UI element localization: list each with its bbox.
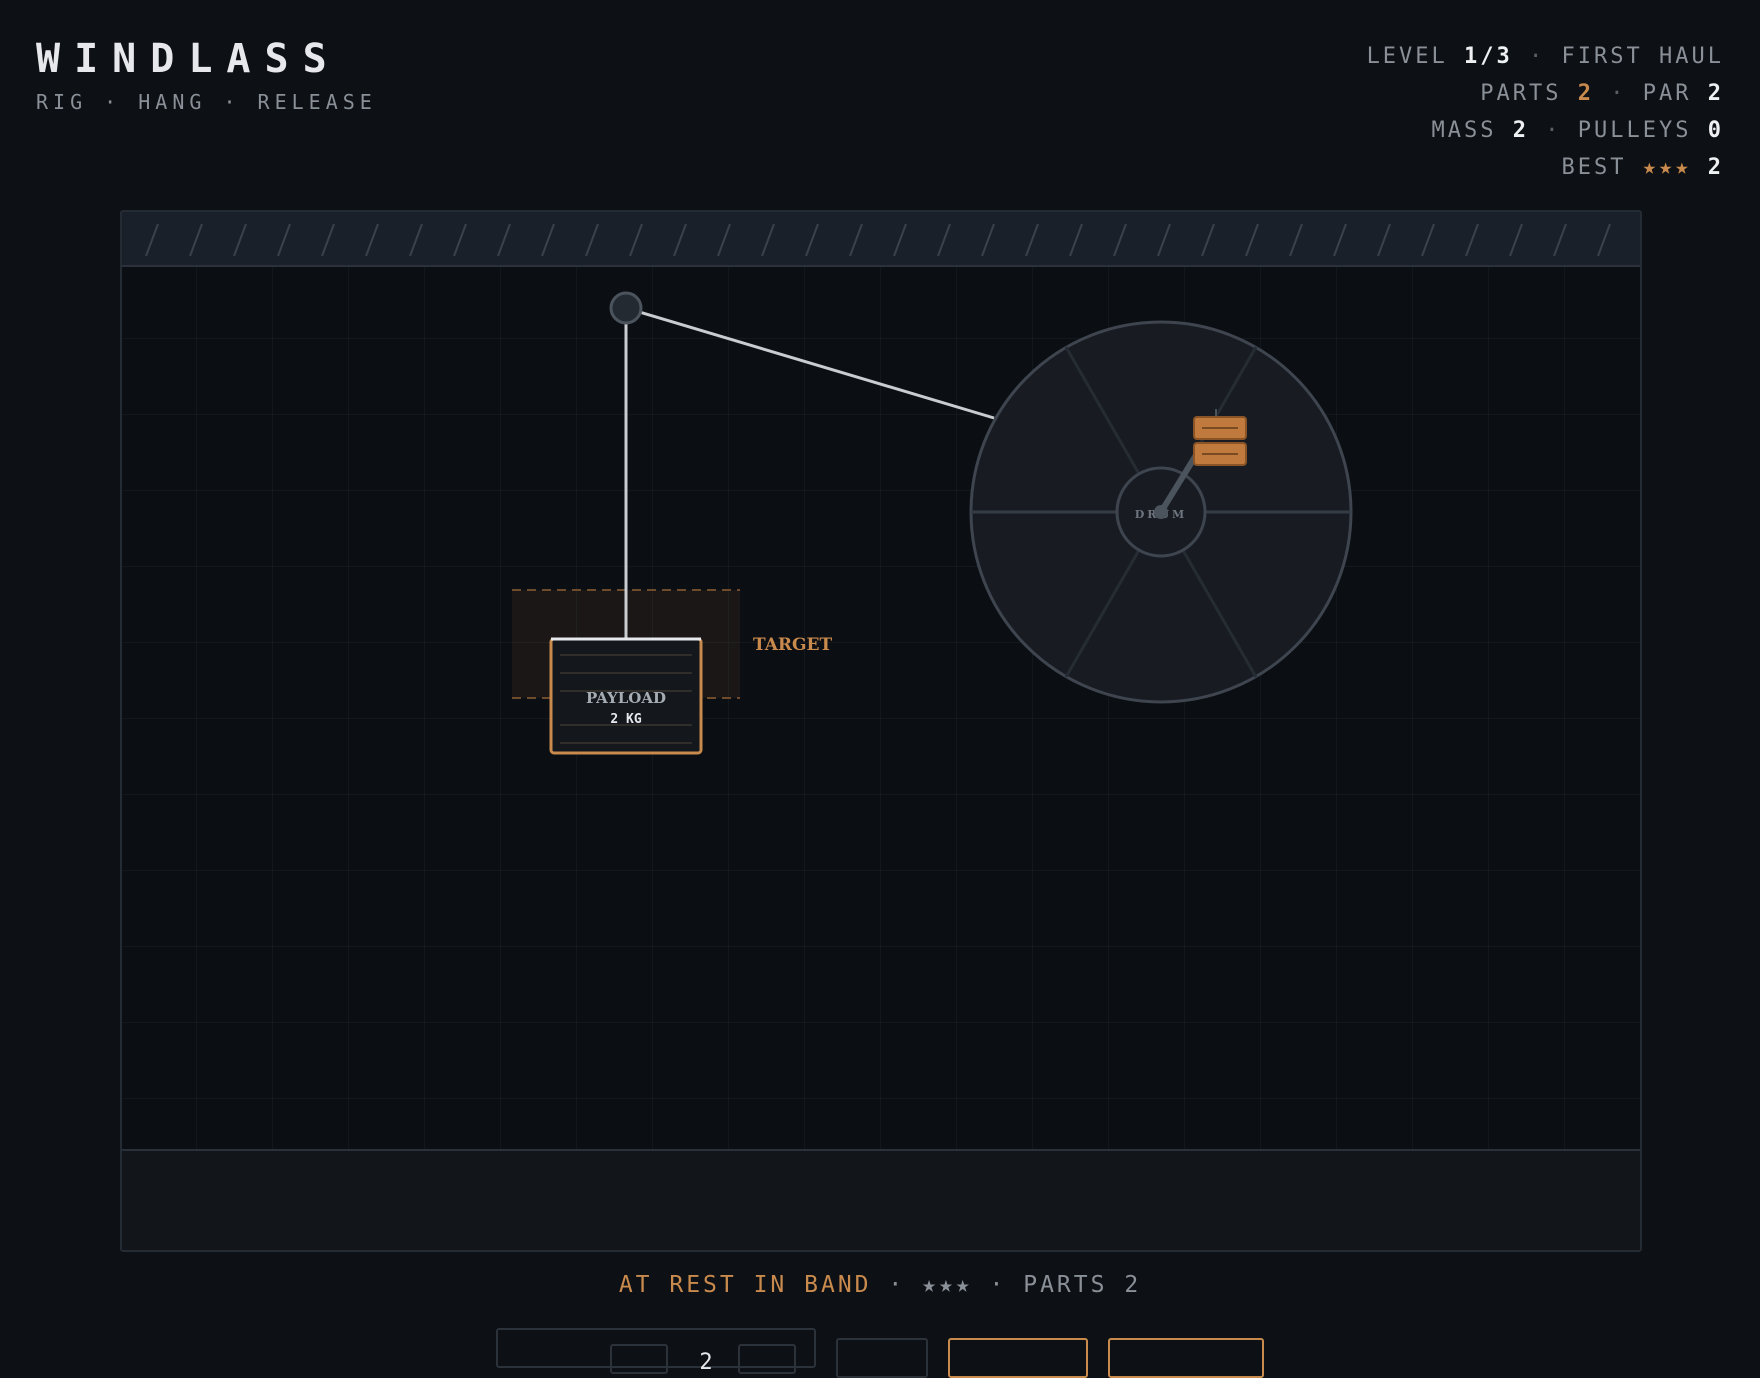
board-canvas: TARGET DRUM [122, 212, 1640, 1250]
ceiling-hatch [122, 212, 1640, 266]
payload-crate[interactable]: PAYLOAD 2 KG [549, 637, 703, 755]
best-value: 2 [1707, 155, 1724, 180]
mass-line: MASS 2 · PULLEYS 0 [1367, 112, 1724, 149]
separator: · [1610, 81, 1627, 106]
decrement-button[interactable] [610, 1344, 668, 1374]
stats-panel: LEVEL 1/3 · FIRST HAUL PARTS 2 · PAR 2 M… [1367, 38, 1724, 186]
separator: · [989, 1272, 1007, 1298]
par-label: PAR [1642, 81, 1692, 106]
separator: · [1529, 44, 1546, 69]
level-label: LEVEL [1366, 44, 1448, 69]
status-state: AT REST IN BAND [618, 1272, 872, 1298]
payload-mass: 2 KG [610, 712, 641, 727]
counterweight-icon[interactable] [1193, 409, 1247, 466]
status-bar: AT REST IN BAND · ★★★ · PARTS 2 [0, 1272, 1760, 1298]
parts-line: PARTS 2 · PAR 2 [1367, 75, 1724, 112]
mass-label: MASS [1431, 118, 1497, 143]
anchor-pulley-icon[interactable] [609, 291, 643, 325]
game-subtitle: RIG · HANG · RELEASE [36, 90, 377, 114]
action-button[interactable] [948, 1338, 1088, 1378]
separator: · [888, 1272, 906, 1298]
status-parts: PARTS 2 [1023, 1272, 1142, 1298]
stepper-value: 2 [699, 1350, 713, 1375]
tool-button[interactable] [836, 1338, 928, 1378]
level-name: FIRST HAUL [1561, 44, 1724, 69]
increment-button[interactable] [738, 1344, 796, 1374]
release-button[interactable] [1108, 1338, 1264, 1378]
status-stars-icon: ★★★ [922, 1272, 973, 1298]
pulleys-label: PULLEYS [1577, 118, 1692, 143]
separator: · [1545, 118, 1562, 143]
drum-wheel[interactable]: DRUM [969, 320, 1353, 704]
game-title: WINDLASS [36, 36, 341, 82]
game-board[interactable]: TARGET DRUM [120, 210, 1642, 1252]
best-label: BEST [1561, 155, 1627, 180]
mass-value: 2 [1512, 118, 1530, 143]
pulleys-value: 0 [1707, 118, 1724, 143]
mass-stepper[interactable]: 2 [496, 1328, 816, 1375]
target-label: TARGET [753, 635, 833, 655]
best-stars-icon: ★★★ [1642, 155, 1692, 180]
parts-label: PARTS [1480, 81, 1562, 106]
level-line: LEVEL 1/3 · FIRST HAUL [1367, 38, 1724, 75]
parts-value: 2 [1577, 81, 1594, 106]
par-value: 2 [1707, 81, 1724, 106]
grid-backdrop [122, 266, 1640, 1250]
best-line: BEST ★★★ 2 [1367, 149, 1724, 186]
parts-tray[interactable] [122, 1150, 1640, 1250]
payload-label: PAYLOAD [586, 689, 666, 707]
level-value: 1/3 [1464, 44, 1513, 69]
